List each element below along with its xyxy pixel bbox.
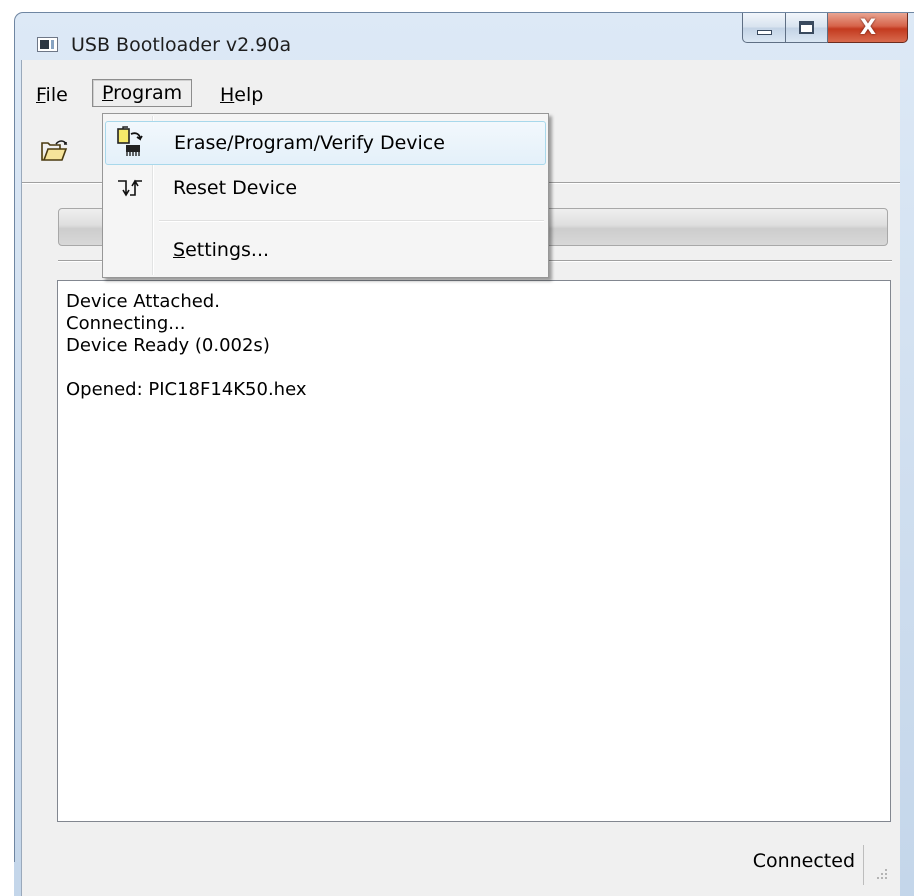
menu-item-label: Erase/Program/Verify Device (174, 132, 445, 154)
log-line: Connecting... (66, 313, 186, 334)
maximize-button[interactable] (786, 13, 828, 43)
menu-file[interactable]: File (27, 82, 77, 110)
menu-item-settings[interactable]: Settings... (105, 229, 546, 273)
log-line: Opened: PIC18F14K50.hex (66, 379, 307, 400)
menu-help[interactable]: Help (211, 82, 272, 110)
menu-file-mnemonic: F (36, 84, 46, 106)
maximize-icon (799, 21, 814, 34)
menu-item-label: Reset Device (173, 177, 298, 199)
frame-edge (14, 862, 21, 896)
output-log[interactable]: Device Attached. Connecting... Device Re… (57, 280, 891, 822)
minimize-icon (757, 30, 772, 35)
status-bar: Connected (22, 845, 900, 896)
open-folder-icon[interactable] (40, 140, 68, 162)
log-line: Device Attached. (66, 291, 220, 312)
menu-bar: File Program Help (22, 60, 900, 107)
reset-device-icon (118, 179, 142, 197)
app-icon[interactable] (37, 37, 58, 52)
caption-buttons: X (742, 13, 908, 45)
status-separator (863, 845, 864, 885)
menu-help-mnemonic: H (220, 84, 235, 106)
menu-item-label: Settings... (173, 239, 270, 261)
menu-item-erase-program-verify[interactable]: Erase/Program/Verify Device (105, 121, 546, 165)
close-button[interactable]: X (828, 13, 908, 43)
window-title: USB Bootloader v2.90a (71, 34, 292, 56)
resize-grip-icon[interactable] (874, 867, 888, 881)
menu-program[interactable]: Program (92, 79, 193, 107)
menu-program-mnemonic: P (102, 82, 114, 104)
program-dropdown-menu: Erase/Program/Verify Device Reset Device… (102, 113, 549, 278)
log-line: Device Ready (0.002s) (66, 335, 270, 356)
close-icon: X (859, 15, 877, 39)
status-text: Connected (752, 850, 855, 872)
erase-program-verify-icon (117, 126, 143, 156)
menu-file-label: ile (45, 84, 68, 106)
menu-separator (159, 220, 544, 222)
minimize-button[interactable] (742, 13, 786, 43)
menu-help-label: elp (234, 84, 264, 106)
menu-program-label: rogram (113, 82, 183, 104)
menu-item-reset-device[interactable]: Reset Device (105, 167, 546, 211)
